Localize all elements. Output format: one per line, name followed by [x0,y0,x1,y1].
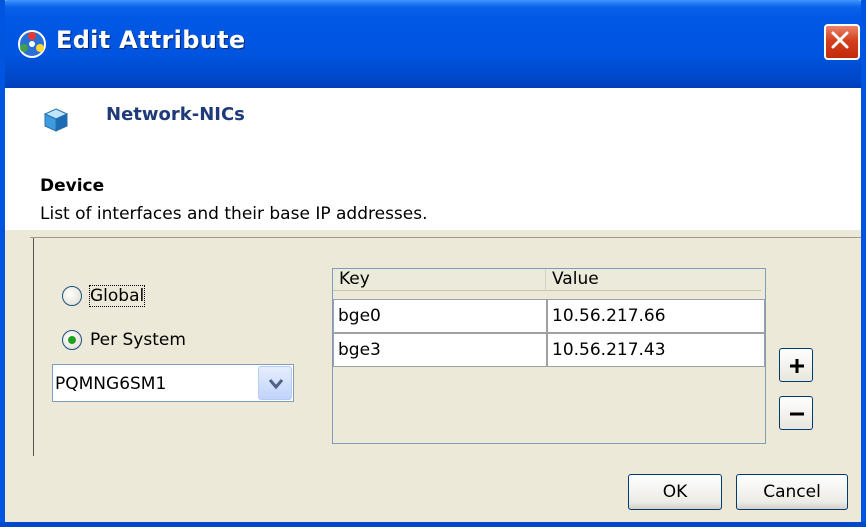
app-icon [18,30,46,58]
plus-icon [790,359,804,373]
cancel-button[interactable]: Cancel [736,474,848,510]
radio-global[interactable]: Global [62,285,146,307]
panel-border [33,238,34,456]
table-cell-key[interactable]: bge0 [333,299,547,333]
table-cell-key[interactable]: bge3 [333,333,547,367]
radio-per-system-button[interactable] [62,330,82,350]
radio-global-button[interactable] [62,286,82,306]
window-frame-bottom [0,522,866,527]
close-button[interactable] [824,24,860,60]
radio-global-label[interactable]: Global [88,285,146,307]
system-select-dropdown-button[interactable] [258,366,292,400]
radio-per-system-label[interactable]: Per System [90,330,186,350]
system-select-value: PQMNG6SM1 [55,374,167,394]
page-title: Network-NICs [106,104,245,125]
close-icon [831,31,849,49]
table-cell-value[interactable]: 10.56.217.66 [547,299,765,333]
section-title: Device [40,176,105,196]
radio-per-system[interactable]: Per System [62,330,186,350]
chevron-down-icon [269,379,283,389]
column-header-key[interactable]: Key [333,269,545,291]
minus-icon [790,412,804,416]
window-title: Edit Attribute [56,26,246,54]
column-header-value[interactable]: Value [545,269,761,291]
section-description: List of interfaces and their base IP add… [40,204,428,224]
table-cell-value[interactable]: 10.56.217.43 [547,333,765,367]
window-frame-right [861,0,866,527]
key-value-table[interactable]: Key Value bge0 10.56.217.66 bge3 10.56.2… [332,268,766,444]
system-select[interactable]: PQMNG6SM1 [52,364,294,402]
title-bar[interactable]: Edit Attribute [0,0,866,88]
remove-row-button[interactable] [779,396,813,430]
add-row-button[interactable] [779,348,813,382]
divider [30,237,861,238]
cube-icon [43,108,69,132]
ok-button[interactable]: OK [628,474,722,510]
